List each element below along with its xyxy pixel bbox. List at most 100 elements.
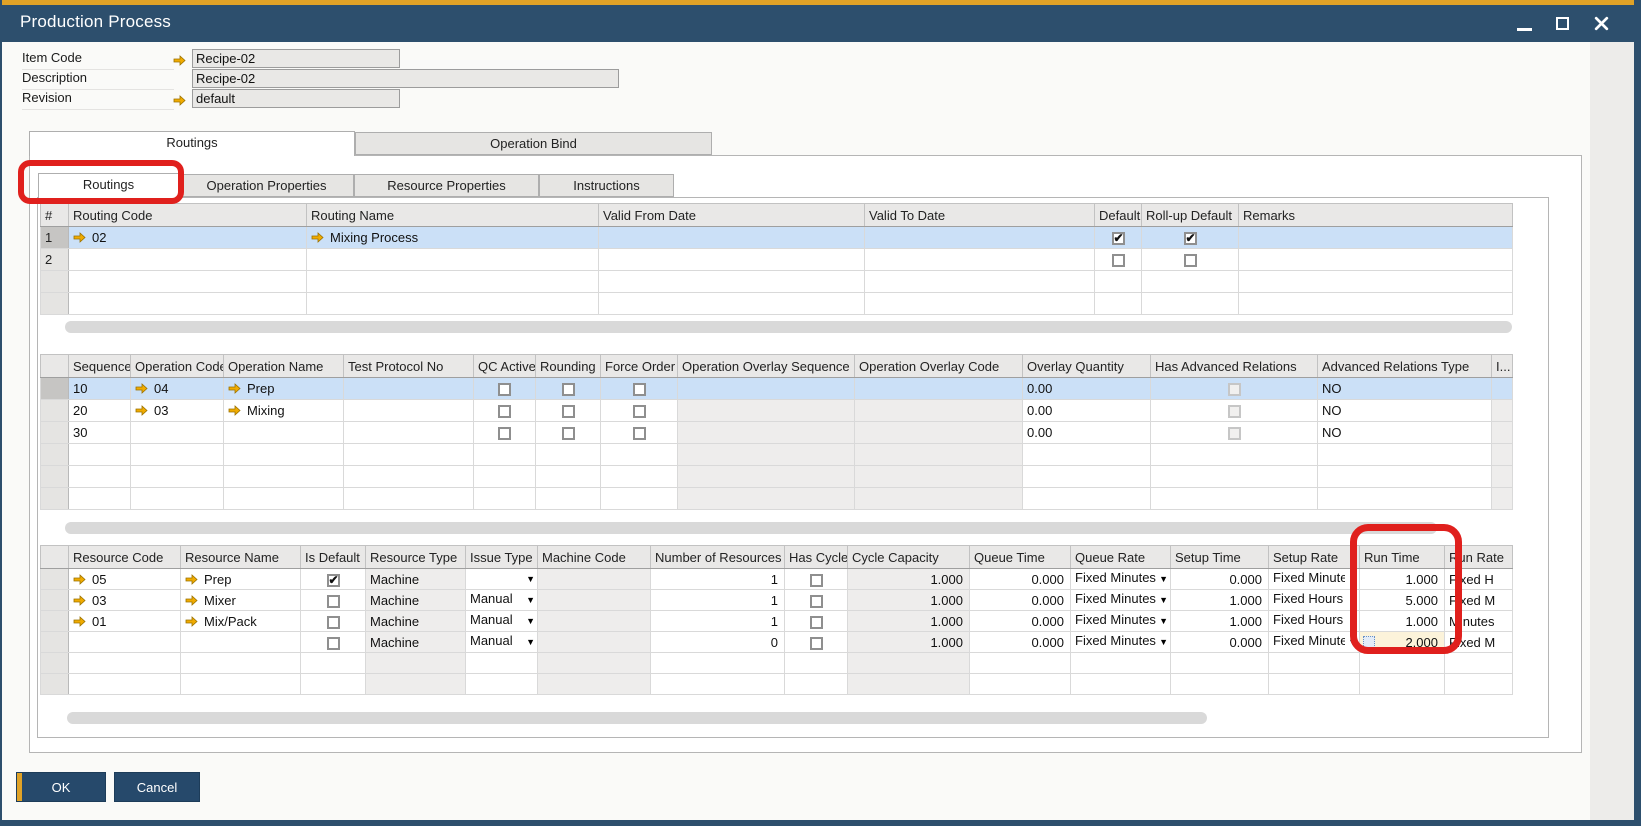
cell-row-selector[interactable] (41, 400, 69, 422)
cell-operation_code[interactable] (131, 488, 224, 510)
cell-has_advanced[interactable] (1151, 378, 1318, 400)
cell-is_default[interactable] (301, 569, 366, 590)
checkbox[interactable] (1112, 254, 1125, 267)
cell-operation_code[interactable]: 03 (131, 400, 224, 422)
cell-routing_code[interactable] (69, 293, 307, 315)
cell-resource_code[interactable] (69, 632, 181, 653)
cell-run_rate[interactable]: Fixed M (1445, 632, 1513, 653)
checkbox[interactable] (1228, 405, 1241, 418)
cell-rounding[interactable] (536, 422, 601, 444)
checkbox[interactable] (633, 405, 646, 418)
cell-resource_code[interactable] (69, 674, 181, 695)
cell-overlay_sequence[interactable] (678, 444, 855, 466)
checkbox[interactable] (810, 574, 823, 587)
cell-setup_rate[interactable]: Fixed Minutes▼ (1269, 569, 1360, 590)
close-button[interactable] (1593, 15, 1610, 32)
cell-resource_type[interactable]: Machine (366, 590, 466, 611)
cell-rounding[interactable] (536, 466, 601, 488)
table-row[interactable]: 05PrepMachine▼11.0000.000Fixed Minutes▼0… (41, 569, 1513, 590)
link-arrow-icon[interactable] (185, 614, 198, 629)
link-arrow-icon[interactable] (73, 230, 86, 245)
cell-cycle_capacity[interactable]: 1.000 (848, 569, 970, 590)
cell-valid_to[interactable] (865, 271, 1095, 293)
cell-is_default[interactable] (301, 653, 366, 674)
cell-resource_type[interactable]: Machine (366, 632, 466, 653)
cell-valid_from[interactable] (599, 227, 865, 249)
checkbox[interactable] (810, 616, 823, 629)
subtab-operation-properties[interactable]: Operation Properties (179, 174, 354, 197)
cell-operation_name[interactable] (224, 422, 344, 444)
link-arrow-icon[interactable] (135, 381, 148, 396)
cell-has_advanced[interactable] (1151, 466, 1318, 488)
checkbox[interactable] (327, 595, 340, 608)
dropdown-arrow-icon[interactable]: ▼ (1159, 637, 1168, 647)
cell-num_resources[interactable]: 0 (651, 632, 785, 653)
checkbox[interactable] (562, 427, 575, 440)
cell-operation_code[interactable]: 04 (131, 378, 224, 400)
cell-row-selector[interactable] (41, 378, 69, 400)
cell-valid_to[interactable] (865, 293, 1095, 315)
cell-overlay_sequence[interactable] (678, 422, 855, 444)
cell-issue_type[interactable]: ▼ (466, 569, 538, 590)
cell-run_rate[interactable]: Fixed H (1445, 569, 1513, 590)
cell-machine_code[interactable] (538, 674, 651, 695)
cell-i-column[interactable] (1492, 422, 1513, 444)
table-row[interactable] (41, 293, 1513, 315)
cell-advanced_type[interactable] (1318, 488, 1492, 510)
cell-is_default[interactable] (301, 611, 366, 632)
cell-i-column[interactable] (1492, 488, 1513, 510)
checkbox[interactable] (1228, 427, 1241, 440)
cell-row-number[interactable] (41, 271, 69, 293)
table-row[interactable]: 01Mix/PackMachineManual▼11.0000.000Fixed… (41, 611, 1513, 632)
cell-is_default[interactable] (301, 632, 366, 653)
table-row[interactable] (41, 674, 1513, 695)
cell-overlay_code[interactable] (855, 466, 1023, 488)
cancel-button[interactable]: Cancel (114, 772, 200, 802)
cell-test_protocol[interactable] (344, 466, 474, 488)
cell-resource_code[interactable] (69, 653, 181, 674)
cell-run_time[interactable]: 5.000 (1360, 590, 1445, 611)
cell-num_resources[interactable]: 1 (651, 611, 785, 632)
cell-has_advanced[interactable] (1151, 488, 1318, 510)
checkbox[interactable] (1184, 254, 1197, 267)
table-row[interactable]: 03MixerMachineManual▼11.0000.000Fixed Mi… (41, 590, 1513, 611)
cell-qc_active[interactable] (474, 378, 536, 400)
cell-has_advanced[interactable] (1151, 400, 1318, 422)
checkbox[interactable] (810, 595, 823, 608)
link-arrow-icon[interactable] (173, 53, 186, 64)
cell-setup_time[interactable]: 0.000 (1171, 569, 1269, 590)
cell-overlay_code[interactable] (855, 400, 1023, 422)
cell-valid_to[interactable] (865, 227, 1095, 249)
checkbox[interactable] (633, 383, 646, 396)
cell-default_checked[interactable] (1095, 293, 1142, 315)
cell-issue_type[interactable] (466, 674, 538, 695)
cell-valid_from[interactable] (599, 271, 865, 293)
cell-has_advanced[interactable] (1151, 422, 1318, 444)
checkbox[interactable] (810, 637, 823, 650)
horizontal-scrollbar-thumb[interactable] (65, 522, 1437, 534)
cell-advanced_type[interactable]: NO (1318, 378, 1492, 400)
cell-routing_name[interactable] (307, 293, 599, 315)
cell-default_checked[interactable] (1095, 249, 1142, 271)
cell-rollup_checked[interactable] (1142, 293, 1239, 315)
cell-test_protocol[interactable] (344, 400, 474, 422)
cell-routing_code[interactable] (69, 249, 307, 271)
cell-has_cycles[interactable] (785, 674, 848, 695)
subtab-resource-properties[interactable]: Resource Properties (354, 174, 539, 197)
link-arrow-icon[interactable] (73, 593, 86, 608)
cell-has_cycles[interactable] (785, 611, 848, 632)
expand-editor-icon[interactable] (1363, 636, 1375, 648)
checkbox[interactable] (562, 405, 575, 418)
cell-overlay_code[interactable] (855, 444, 1023, 466)
cell-force_order[interactable] (601, 400, 678, 422)
tab-operation-bind[interactable]: Operation Bind (355, 132, 712, 155)
cell-run_time[interactable]: 1.000 (1360, 611, 1445, 632)
cell-cycle_capacity[interactable]: 1.000 (848, 590, 970, 611)
cell-advanced_type[interactable] (1318, 466, 1492, 488)
cell-remarks[interactable] (1239, 227, 1513, 249)
table-row[interactable]: 300.00NO (41, 422, 1513, 444)
cell-is_default[interactable] (301, 590, 366, 611)
cell-issue_type[interactable]: Manual▼ (466, 632, 538, 653)
cell-routing_name[interactable] (307, 271, 599, 293)
cell-setup_rate[interactable] (1269, 653, 1360, 674)
